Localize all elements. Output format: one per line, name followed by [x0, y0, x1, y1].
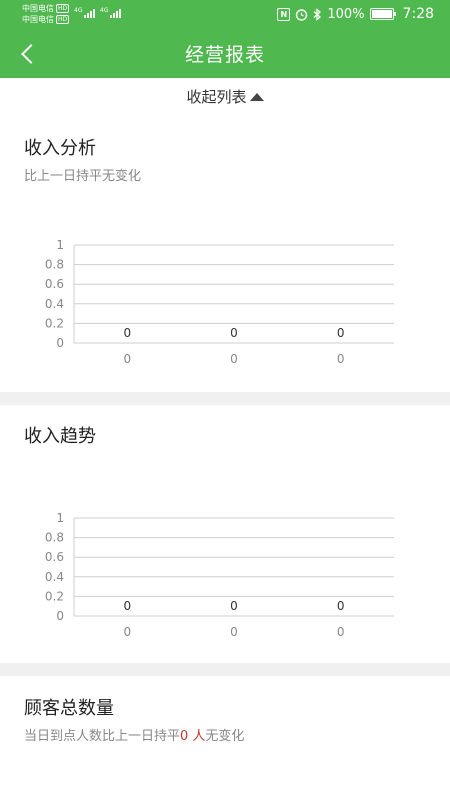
income-trend-chart-svg: 0 0.2 0.4 0.6 0.8 1 0 0 0 0 0 0 — [45, 511, 394, 639]
y-tick-label: 1 — [56, 511, 64, 525]
network-type-1: 4G — [74, 7, 83, 14]
hd-badge: HD — [56, 15, 70, 24]
y-tick-label: 0.4 — [45, 297, 64, 311]
collapse-list-label: 收起列表 — [186, 88, 247, 106]
y-tick-label: 0.8 — [45, 531, 64, 545]
bluetooth-icon — [313, 7, 322, 21]
collapse-row: 收起列表 — [0, 78, 450, 118]
network-type-2: 4G — [100, 7, 109, 14]
data-label: 0 — [337, 599, 345, 613]
y-tick-label: 0.4 — [45, 570, 64, 584]
battery-icon — [369, 8, 396, 20]
customer-count-value: 0 人 — [180, 729, 206, 744]
y-tick-label: 0.8 — [45, 258, 64, 272]
carrier-2: 中国电信 — [22, 15, 54, 24]
y-tick-label: 0 — [56, 609, 64, 623]
alarm-icon — [296, 8, 308, 21]
triangle-up-icon — [249, 92, 264, 101]
y-tick-label: 0.2 — [45, 589, 64, 603]
customer-count-title: 顾客总数量 — [24, 698, 114, 719]
x-tick-label: 0 — [230, 352, 238, 366]
customer-count-subtitle: 当日到点人数比上一日持平0 人无变化 — [24, 725, 244, 744]
y-tick-label: 0.6 — [45, 550, 64, 564]
income-trend-card: 收入趋势 0 0.2 0.4 0.6 0.8 1 0 0 0 0 0 0 — [0, 405, 450, 663]
x-tick-label: 0 — [337, 625, 345, 639]
y-tick-label: 1 — [56, 238, 64, 252]
x-tick-label: 0 — [124, 625, 132, 639]
income-analysis-chart-svg: 0 0.2 0.4 0.6 0.8 1 0 0 0 0 0 0 — [45, 238, 394, 366]
battery-percent: 100% — [327, 6, 365, 22]
data-label: 0 — [230, 326, 238, 340]
y-tick-label: 0 — [56, 336, 64, 350]
customer-count-prefix: 当日到点人数比上一日持平 — [24, 729, 181, 744]
income-analysis-card: 收入分析 比上一日持平无变化 0 0.2 0.4 0.6 0.8 1 0 0 0 0 0 0 — [0, 118, 450, 392]
y-tick-label: 0.2 — [45, 316, 64, 330]
hd-badge: HD — [56, 4, 70, 13]
nfc-icon: N — [277, 7, 291, 21]
customer-count-card: 顾客总数量 当日到点人数比上一日持平0 人无变化 — [0, 676, 450, 800]
status-bar: 中国电信 HD 中国电信 HD 4G 4G N 100% 7:28 — [0, 0, 450, 30]
data-label: 0 — [124, 326, 132, 340]
x-tick-label: 0 — [124, 352, 132, 366]
data-label: 0 — [230, 599, 238, 613]
customer-count-suffix: 无变化 — [205, 729, 245, 744]
app-header: 经营报表 — [0, 30, 450, 78]
page-title: 经营报表 — [184, 44, 265, 66]
clock: 7:28 — [402, 6, 434, 22]
x-tick-label: 0 — [337, 352, 345, 366]
signal-icon — [84, 8, 95, 18]
carrier-1: 中国电信 — [22, 4, 54, 13]
data-label: 0 — [124, 599, 132, 613]
x-tick-label: 0 — [230, 625, 238, 639]
signal-icon — [110, 8, 121, 18]
data-label: 0 — [337, 326, 345, 340]
carrier-info: 中国电信 HD 中国电信 HD — [22, 3, 70, 25]
y-tick-label: 0.6 — [45, 277, 64, 291]
collapse-list-button[interactable]: 收起列表 — [186, 86, 264, 107]
